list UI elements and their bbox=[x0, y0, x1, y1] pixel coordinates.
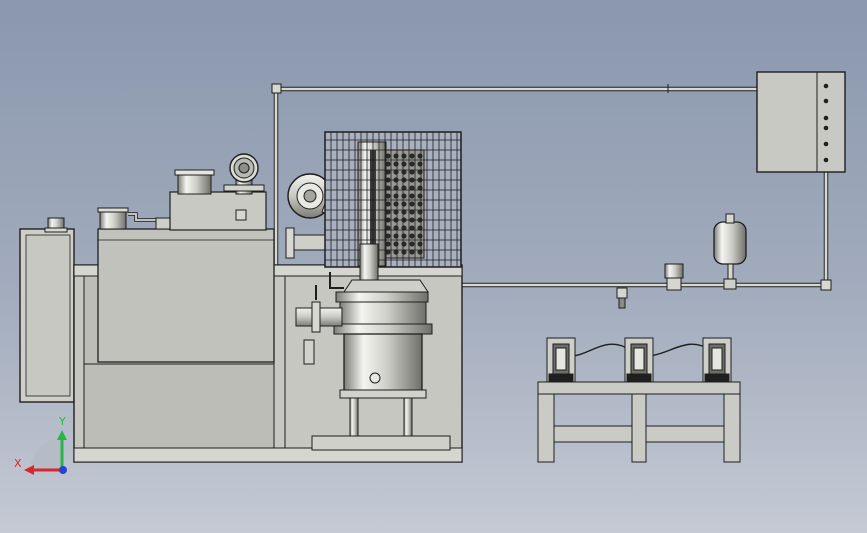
y-axis-label: Y bbox=[59, 415, 66, 428]
caged-heat-exchanger[interactable] bbox=[324, 131, 462, 268]
reservoir-tank[interactable] bbox=[97, 207, 275, 363]
electric-heater-box[interactable] bbox=[19, 217, 75, 403]
pressure-gauge[interactable] bbox=[223, 153, 265, 195]
control-cabinet[interactable] bbox=[756, 71, 846, 173]
canister[interactable] bbox=[702, 337, 732, 383]
axis-triad bbox=[24, 430, 67, 475]
canister[interactable] bbox=[624, 337, 654, 383]
cylinder-canisters[interactable] bbox=[546, 337, 732, 383]
x-axis-label: X bbox=[14, 457, 22, 470]
z-axis-dot bbox=[59, 466, 67, 474]
canister[interactable] bbox=[546, 337, 576, 383]
cad-viewport[interactable]: Y X bbox=[0, 0, 867, 533]
equipment-table[interactable] bbox=[537, 381, 741, 463]
expansion-tank[interactable] bbox=[713, 213, 747, 290]
